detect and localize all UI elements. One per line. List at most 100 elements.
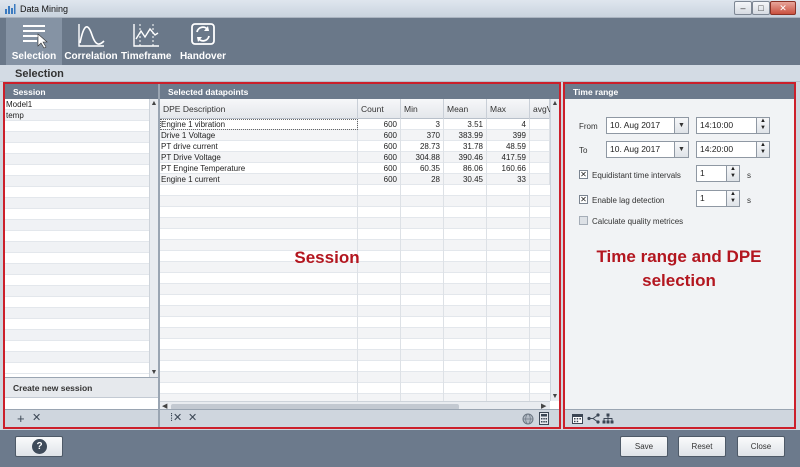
cell-min: 60.35: [401, 163, 444, 174]
session-scrollbar[interactable]: ▲ ▼: [149, 99, 158, 377]
quality-metrics-checkbox[interactable]: [579, 216, 588, 225]
equidistant-checkbox[interactable]: ✕: [579, 170, 588, 179]
to-date-picker[interactable]: 10. Aug 2017 ▼: [606, 141, 689, 158]
column-header[interactable]: Count: [358, 99, 401, 119]
scroll-up-icon[interactable]: ▲: [150, 99, 158, 108]
handover-icon: [191, 23, 215, 45]
datapoints-vscrollbar[interactable]: ▲ ▼: [550, 99, 559, 401]
cell-mean: 86.06: [444, 163, 487, 174]
empty-row: [160, 339, 550, 350]
empty-row: [160, 372, 550, 383]
session-list: Model1 temp: [5, 99, 151, 377]
toolbar-selection[interactable]: Selection: [6, 18, 62, 65]
add-session-button[interactable]: +: [17, 411, 25, 426]
table-row[interactable]: Engine 1 current 600 28 30.45 33: [160, 174, 550, 185]
empty-row: [5, 220, 151, 231]
column-header[interactable]: Min: [401, 99, 444, 119]
to-date-value: 10. Aug 2017: [610, 144, 661, 154]
empty-row: [5, 198, 151, 209]
cell-count: 600: [358, 163, 401, 174]
cell-mean: 390.46: [444, 152, 487, 163]
lag-interval-spinner[interactable]: 1 ▲ ▼: [696, 190, 740, 207]
empty-row: [5, 286, 151, 297]
table-row[interactable]: PT drive current 600 28.73 31.78 48.59: [160, 141, 550, 152]
create-session-label: Create new session: [5, 377, 158, 397]
minimize-button[interactable]: –: [734, 1, 752, 15]
empty-row: [5, 187, 151, 198]
empty-row: [5, 363, 151, 374]
from-time-spinner[interactable]: 14:10:00 ▲ ▼: [696, 117, 770, 134]
table-row[interactable]: Drive 1 Voltage 600 370 383.99 399: [160, 130, 550, 141]
session-item[interactable]: temp: [5, 110, 151, 121]
spinner-arrows-icon[interactable]: ▲ ▼: [756, 142, 769, 157]
close-window-button[interactable]: ✕: [770, 1, 796, 15]
page-header: Selection: [0, 65, 800, 82]
scroll-up-icon[interactable]: ▲: [551, 99, 559, 108]
close-button[interactable]: Close: [737, 436, 785, 457]
save-button[interactable]: Save: [620, 436, 668, 457]
session-footer: + ✕: [5, 409, 158, 427]
delete-session-button[interactable]: ✕: [32, 411, 41, 426]
toolbar-correlation[interactable]: Correlation: [64, 18, 118, 65]
cell-mean: 31.78: [444, 141, 487, 152]
cell-min: 28: [401, 174, 444, 185]
calculator-icon[interactable]: [539, 412, 549, 425]
cell-avgv: [530, 119, 550, 130]
session-item[interactable]: Model1: [5, 99, 151, 110]
select-datapoints-button[interactable]: ⁞✕: [170, 411, 182, 426]
help-button[interactable]: ?: [15, 436, 63, 457]
column-header[interactable]: Max: [487, 99, 530, 119]
toolbar-handover[interactable]: Handover: [175, 18, 231, 65]
equidistant-unit: s: [747, 171, 751, 180]
chevron-down-icon[interactable]: ▼: [674, 118, 688, 133]
spinner-arrows-icon[interactable]: ▲ ▼: [726, 166, 739, 181]
cell-max: 160.66: [487, 163, 530, 174]
lag-detection-checkbox[interactable]: ✕: [579, 195, 588, 204]
empty-row: [5, 209, 151, 220]
title-bar: Data Mining – □ ✕: [0, 0, 800, 18]
empty-row: [160, 394, 550, 401]
time-range-annotation-line2: selection: [642, 271, 716, 290]
empty-row: [5, 242, 151, 253]
scroll-down-icon[interactable]: ▼: [551, 392, 559, 401]
empty-row: [5, 319, 151, 330]
empty-row: [160, 350, 550, 361]
hierarchy-icon[interactable]: [602, 413, 614, 424]
datapoints-header: Selected datapoints: [160, 83, 559, 99]
toolbar-timeframe[interactable]: Timeframe: [121, 18, 171, 65]
equidistant-label: Equidistant time intervals: [592, 171, 681, 180]
scroll-down-icon[interactable]: ▼: [150, 368, 158, 377]
column-header[interactable]: Mean: [444, 99, 487, 119]
equidistant-interval-spinner[interactable]: 1 ▲ ▼: [696, 165, 740, 182]
remove-datapoint-button[interactable]: ✕: [188, 411, 197, 426]
to-time-spinner[interactable]: 14:20:00 ▲ ▼: [696, 141, 770, 158]
cell-description: Engine 1 vibration: [160, 119, 358, 130]
globe-icon[interactable]: [522, 413, 534, 425]
empty-row: [160, 185, 550, 196]
column-header[interactable]: avgV: [530, 99, 550, 119]
window-title: Data Mining: [20, 4, 69, 14]
table-row[interactable]: PT Drive Voltage 600 304.88 390.46 417.5…: [160, 152, 550, 163]
column-header[interactable]: DPE Description: [160, 99, 358, 119]
table-header: DPE Description Count Min Mean Max avgV: [160, 99, 550, 119]
cell-min: 3: [401, 119, 444, 130]
empty-row: [160, 284, 550, 295]
from-date-picker[interactable]: 10. Aug 2017 ▼: [606, 117, 689, 134]
page-title: Selection: [15, 68, 64, 80]
lag-detection-label: Enable lag detection: [592, 196, 665, 205]
reset-button[interactable]: Reset: [678, 436, 726, 457]
table-row[interactable]: Engine 1 vibration 600 3 3.51 4: [160, 119, 550, 130]
timeframe-icon: [133, 24, 159, 47]
spinner-arrows-icon[interactable]: ▲ ▼: [726, 191, 739, 206]
branch-icon[interactable]: [587, 413, 600, 424]
cell-count: 600: [358, 130, 401, 141]
empty-row: [5, 352, 151, 363]
chevron-down-icon[interactable]: ▼: [674, 142, 688, 157]
calendar-icon[interactable]: [572, 413, 583, 424]
toolbar-label: Selection: [11, 51, 57, 62]
spinner-arrows-icon[interactable]: ▲ ▼: [756, 118, 769, 133]
selection-icon: [23, 25, 48, 49]
empty-row: [160, 229, 550, 240]
table-row[interactable]: PT Engine Temperature 600 60.35 86.06 16…: [160, 163, 550, 174]
maximize-button[interactable]: □: [752, 1, 770, 15]
